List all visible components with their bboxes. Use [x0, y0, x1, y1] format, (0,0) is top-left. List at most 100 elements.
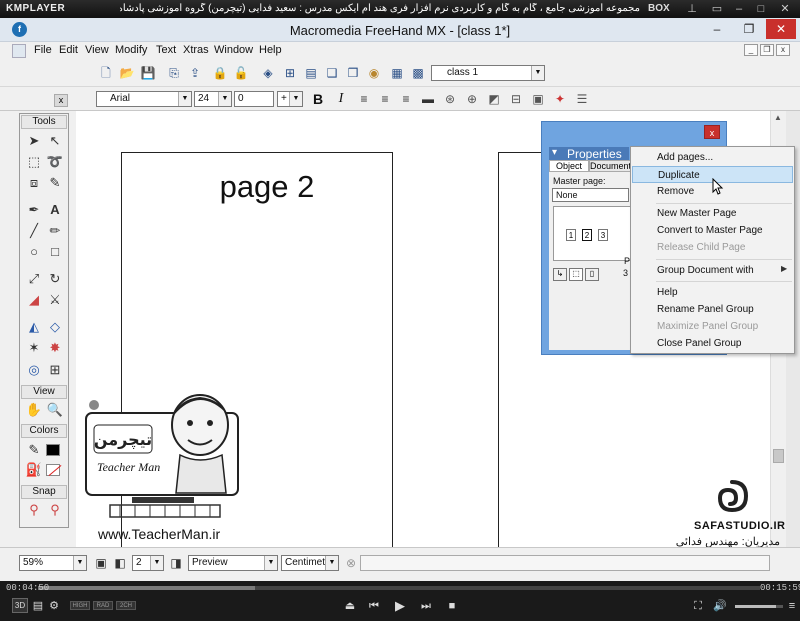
export-icon[interactable]: ⇪ — [187, 65, 203, 81]
doc-close-button[interactable]: x — [776, 44, 790, 56]
menu-view[interactable]: View — [85, 44, 109, 56]
save-icon[interactable]: 💾 — [140, 65, 156, 81]
menu-item-help[interactable]: Help — [632, 284, 793, 301]
properties-titlebar[interactable]: ▾ Properties — [549, 147, 629, 161]
snap-point-icon[interactable]: ⚲ — [25, 502, 43, 518]
minimize-icon[interactable]: – — [732, 2, 746, 16]
scale-tool-icon[interactable]: ⤢ — [25, 271, 43, 287]
menu-item-close-panel[interactable]: Close Panel Group — [632, 335, 793, 352]
text-tool-icon[interactable]: A — [46, 202, 64, 218]
next-icon[interactable]: ⏭ — [418, 599, 434, 613]
stop-icon[interactable]: ■ — [444, 599, 460, 613]
chart-tool-icon[interactable]: ⊞ — [46, 362, 64, 378]
spell-check-icon[interactable]: ✦ — [552, 91, 568, 107]
menu-item-add-pages[interactable]: Add pages... — [632, 149, 793, 166]
rotate-tool-icon[interactable]: ↻ — [46, 271, 64, 287]
new-document-icon[interactable]: 🗋 — [98, 65, 114, 81]
extrude-tool-icon[interactable]: ◭ — [25, 319, 43, 335]
font-select[interactable]: Arial ▼ — [96, 91, 192, 107]
mini-icon[interactable]: ▭ — [710, 2, 724, 16]
menu-edit[interactable]: Edit — [59, 44, 78, 56]
3d-badge[interactable]: 3D — [12, 598, 28, 613]
text-wrap-icon[interactable]: ⊛ — [442, 91, 458, 107]
menu-text[interactable]: Text — [156, 44, 176, 56]
fill-color-swatch[interactable] — [46, 464, 62, 477]
page-thumbnails[interactable]: 1 2 3 — [553, 206, 631, 261]
window-close-button[interactable]: ✕ — [766, 19, 796, 39]
thumb-page-1[interactable]: 1 — [566, 229, 576, 241]
doc-minimize-button[interactable]: _ — [744, 44, 758, 56]
align-right-icon[interactable]: ≡ — [398, 91, 414, 107]
doc-restore-button[interactable]: ❐ — [760, 44, 774, 56]
pin-icon[interactable]: ⊥ — [685, 2, 699, 16]
knife-tool-icon[interactable]: ⚔ — [46, 292, 64, 308]
menu-item-new-master-page[interactable]: New Master Page — [632, 205, 793, 222]
italic-icon[interactable]: I — [333, 91, 349, 107]
expand-arrow-icon[interactable]: ▾ — [552, 147, 557, 158]
previous-icon[interactable]: ⏮ — [366, 599, 382, 613]
zoom-tool-icon[interactable]: 🔍 — [46, 402, 64, 418]
pen-tool-icon[interactable]: ✒ — [25, 202, 43, 218]
page-tool-b-icon[interactable]: ⬚ — [569, 268, 583, 281]
scroll-up-icon[interactable]: ▲ — [774, 113, 782, 122]
transform-icon[interactable]: ◈ — [260, 65, 276, 81]
color-mixer-icon[interactable]: ◉ — [366, 65, 382, 81]
next-page-icon[interactable]: ◨ — [168, 555, 184, 571]
stroke-color-icon[interactable]: ✎ — [25, 442, 43, 458]
menu-help[interactable]: Help — [259, 44, 282, 56]
font-size-select[interactable]: 24 ▼ — [194, 91, 232, 107]
thumb-page-2[interactable]: 2 — [582, 229, 592, 241]
hand-tool-icon[interactable]: ✋ — [25, 402, 43, 418]
pencil-tool-icon[interactable]: ✏ — [46, 223, 64, 239]
menu-item-convert-master[interactable]: Convert to Master Page — [632, 222, 793, 239]
page-title-text[interactable]: page 2 — [122, 169, 412, 205]
page-select[interactable]: 2 ▼ — [132, 555, 164, 571]
tab-document[interactable]: Document — [589, 160, 631, 172]
eraser-tool-icon[interactable]: ◢ — [25, 292, 43, 308]
connector-tool-icon[interactable]: ◎ — [25, 362, 43, 378]
unlock-icon[interactable]: 🔓 — [233, 65, 249, 81]
scrollbar-thumb[interactable] — [773, 449, 784, 463]
settings-gear-icon[interactable]: ⚙ — [46, 599, 62, 613]
open-folder-icon[interactable]: 📂 — [119, 65, 135, 81]
page-tool-c-icon[interactable]: ▯ — [585, 268, 599, 281]
menu-file[interactable]: File — [34, 44, 52, 56]
align-icon[interactable]: ⊞ — [282, 65, 298, 81]
playlist-icon[interactable]: ▤ — [30, 599, 46, 613]
window-maximize-button[interactable]: ❐ — [734, 19, 764, 39]
lock-icon[interactable]: 🔒 — [212, 65, 228, 81]
fit-page-icon[interactable]: ▣ — [93, 555, 109, 571]
align-left-icon[interactable]: ≡ — [356, 91, 372, 107]
menu-modify[interactable]: Modify — [115, 44, 147, 56]
properties-close-button[interactable]: x — [704, 125, 720, 139]
eyedropper-tool-icon[interactable]: ✎ — [46, 175, 64, 191]
swatches-icon[interactable]: ▦ — [389, 65, 405, 81]
view-mode-select[interactable]: Preview ▼ — [188, 555, 278, 571]
layers-icon[interactable]: ▤ — [303, 65, 319, 81]
window-minimize-button[interactable]: – — [702, 19, 732, 39]
convert-paths-icon[interactable]: ⊟ — [508, 91, 524, 107]
cancel-redraw-icon[interactable]: ⊗ — [343, 555, 359, 571]
menu-xtras[interactable]: Xtras — [183, 44, 209, 56]
style-select[interactable]: class 1 ▼ — [431, 65, 545, 81]
rectangle-tool-icon[interactable]: □ — [46, 244, 64, 260]
prev-page-icon[interactable]: ◧ — [112, 555, 128, 571]
lasso-tool-icon[interactable]: ➰ — [46, 154, 64, 170]
screenshot-icon[interactable]: ⛶ — [690, 599, 706, 613]
tab-object[interactable]: Object — [549, 160, 589, 172]
pointer-tool-icon[interactable]: ➤ — [25, 133, 43, 149]
thumb-page-3[interactable]: 3 — [598, 229, 608, 241]
menu-item-rename-panel[interactable]: Rename Panel Group — [632, 301, 793, 318]
master-page-select[interactable]: None — [552, 188, 629, 202]
box-button[interactable]: BOX — [648, 3, 670, 14]
page-tool-a-icon[interactable]: ↳ — [553, 268, 567, 281]
units-select[interactable]: Centimeters ▼ — [281, 555, 339, 571]
bold-icon[interactable]: B — [310, 91, 326, 107]
fill-color-icon[interactable]: ⛽ — [25, 462, 43, 478]
import-icon[interactable]: ⎘ — [166, 65, 182, 81]
menu-item-group-document[interactable]: Group Document with — [632, 262, 793, 279]
line-tool-icon[interactable]: ╱ — [25, 223, 43, 239]
page-tool-icon[interactable]: ⬚ — [25, 154, 43, 170]
eject-icon[interactable]: ⏏ — [342, 599, 358, 613]
library-icon[interactable]: ❑ — [324, 65, 340, 81]
